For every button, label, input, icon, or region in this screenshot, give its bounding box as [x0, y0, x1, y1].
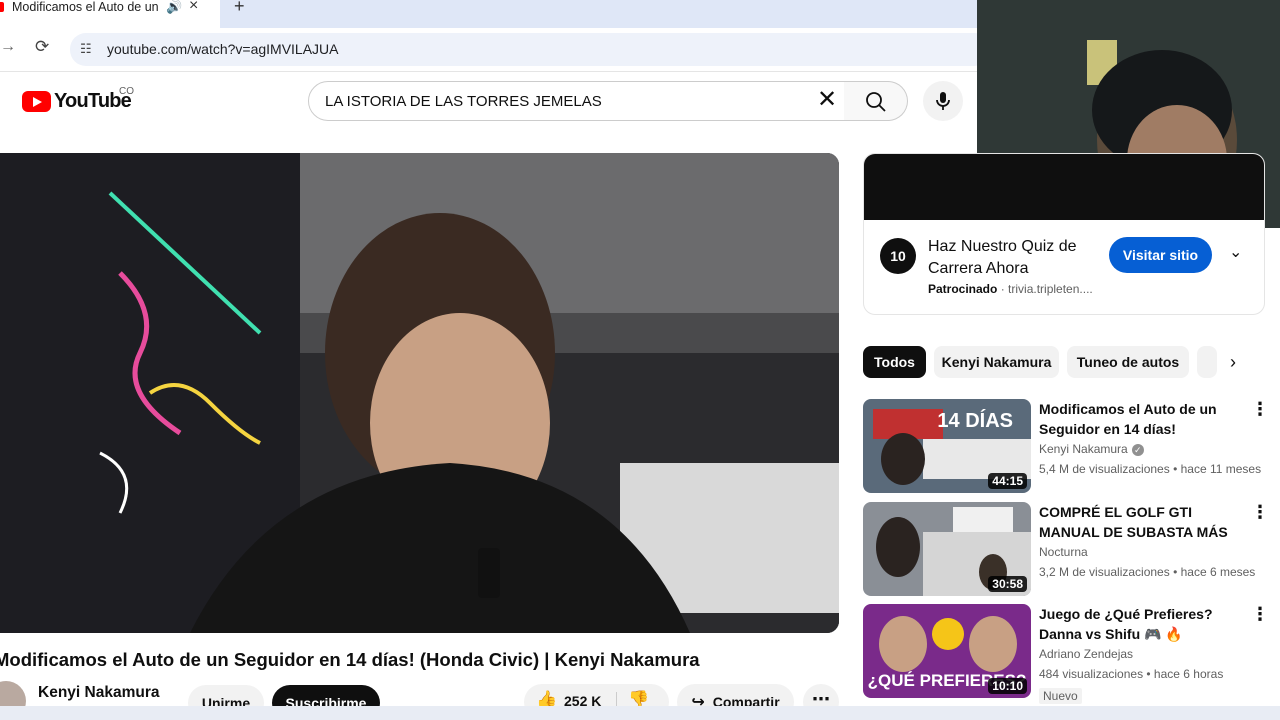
video-title: Modificamos el Auto de un Seguidor en 14…: [0, 649, 700, 670]
video-menu-icon[interactable]: ⋮: [1251, 502, 1269, 522]
recommended-meta: 3,2 M de visualizaciones • hace 6 meses: [1039, 565, 1256, 579]
recommended-channel[interactable]: Nocturna: [1039, 545, 1088, 559]
ad-sponsored-line: Patrocinado · trivia.tripleten....: [928, 282, 1093, 296]
country-code: CO: [119, 86, 134, 97]
ad-title[interactable]: Haz Nuestro Quiz de Carrera Ahora: [928, 236, 1098, 280]
microphone-icon: [936, 92, 950, 110]
chevron-down-icon[interactable]: ⌄: [1229, 242, 1242, 262]
recommended-meta: 5,4 M de visualizaciones • hace 11 meses: [1039, 462, 1262, 476]
voice-search-button[interactable]: [923, 81, 963, 121]
video-thumbnail[interactable]: 14 DÍAS 44:15: [863, 399, 1031, 493]
search-input[interactable]: LA ISTORIA DE LAS TORRES JEMELAS ✕: [308, 81, 845, 121]
recommended-title[interactable]: Juego de ¿Qué Prefieres? Danna vs Shifu …: [1039, 604, 1244, 644]
chip-more[interactable]: [1197, 346, 1217, 378]
chip-car-tuning[interactable]: Tuneo de autos: [1067, 346, 1189, 378]
video-frame: [0, 153, 839, 633]
recommended-video[interactable]: 30:58 COMPRÉ EL GOLF GTI MANUAL DE SUBAS…: [863, 502, 1269, 598]
verified-icon: ✓: [1131, 444, 1144, 456]
chip-channel[interactable]: Kenyi Nakamura: [934, 346, 1059, 378]
video-duration: 10:10: [988, 678, 1027, 694]
video-player[interactable]: [0, 153, 839, 633]
reload-icon[interactable]: ⟳: [35, 37, 49, 57]
visit-site-button[interactable]: Visitar sitio: [1109, 237, 1212, 273]
clear-search-icon[interactable]: ✕: [817, 88, 837, 112]
youtube-play-icon: [22, 91, 51, 112]
thumbnail-caption: 14 DÍAS: [937, 409, 1013, 432]
recommended-video[interactable]: 14 DÍAS 44:15 Modificamos el Auto de un …: [863, 399, 1269, 495]
video-duration: 30:58: [988, 576, 1027, 592]
video-thumbnail[interactable]: 30:58: [863, 502, 1031, 596]
recommended-title[interactable]: COMPRÉ EL GOLF GTI MANUAL DE SUBASTA MÁS…: [1039, 502, 1244, 542]
tab-title: Modificamos el Auto de un: [12, 0, 158, 14]
os-taskbar: [0, 706, 1280, 720]
new-badge: Nuevo: [1039, 688, 1082, 704]
browser-tab[interactable]: Modificamos el Auto de un 🔊 ×: [0, 0, 220, 28]
recommended-meta: 484 visualizaciones • hace 6 horas: [1039, 667, 1224, 681]
forward-icon[interactable]: →: [0, 38, 16, 56]
url-box[interactable]: ☷ youtube.com/watch?v=agIMVILAJUA: [70, 33, 990, 66]
recommended-title[interactable]: Modificamos el Auto de un Seguidor en 14…: [1039, 399, 1244, 439]
sponsored-label: Patrocinado: [928, 282, 998, 296]
youtube-favicon-icon: [0, 2, 4, 12]
ad-card[interactable]: 10 Haz Nuestro Quiz de Carrera Ahora Pat…: [863, 153, 1265, 315]
ad-banner[interactable]: [864, 154, 1264, 220]
ad-domain: · trivia.tripleten....: [1000, 282, 1093, 296]
new-tab-button[interactable]: +: [234, 0, 245, 17]
video-duration: 44:15: [988, 473, 1027, 489]
url-text[interactable]: youtube.com/watch?v=agIMVILAJUA: [107, 41, 339, 57]
close-tab-icon[interactable]: ×: [189, 0, 198, 15]
channel-name[interactable]: Kenyi Nakamura: [38, 684, 159, 702]
recommended-channel[interactable]: Kenyi Nakamura ✓: [1039, 442, 1144, 456]
site-settings-icon[interactable]: ☷: [80, 41, 96, 57]
search-icon: [866, 92, 886, 112]
video-menu-icon[interactable]: ⋮: [1251, 399, 1269, 419]
speaker-icon[interactable]: 🔊: [166, 0, 182, 15]
chip-all[interactable]: Todos: [863, 346, 926, 378]
recommended-video[interactable]: ¿QUÉ PREFIERES? 10:10 Juego de ¿Qué Pref…: [863, 604, 1269, 704]
chevron-right-icon[interactable]: ›: [1230, 352, 1236, 373]
video-menu-icon[interactable]: ⋮: [1251, 604, 1269, 624]
youtube-logo[interactable]: YouTube CO: [22, 86, 134, 113]
search-query[interactable]: LA ISTORIA DE LAS TORRES JEMELAS: [325, 93, 602, 110]
video-thumbnail[interactable]: ¿QUÉ PREFIERES? 10:10: [863, 604, 1031, 698]
recommended-channel[interactable]: Adriano Zendejas: [1039, 647, 1133, 661]
search-button[interactable]: [844, 81, 908, 121]
advertiser-logo: 10: [880, 238, 916, 274]
